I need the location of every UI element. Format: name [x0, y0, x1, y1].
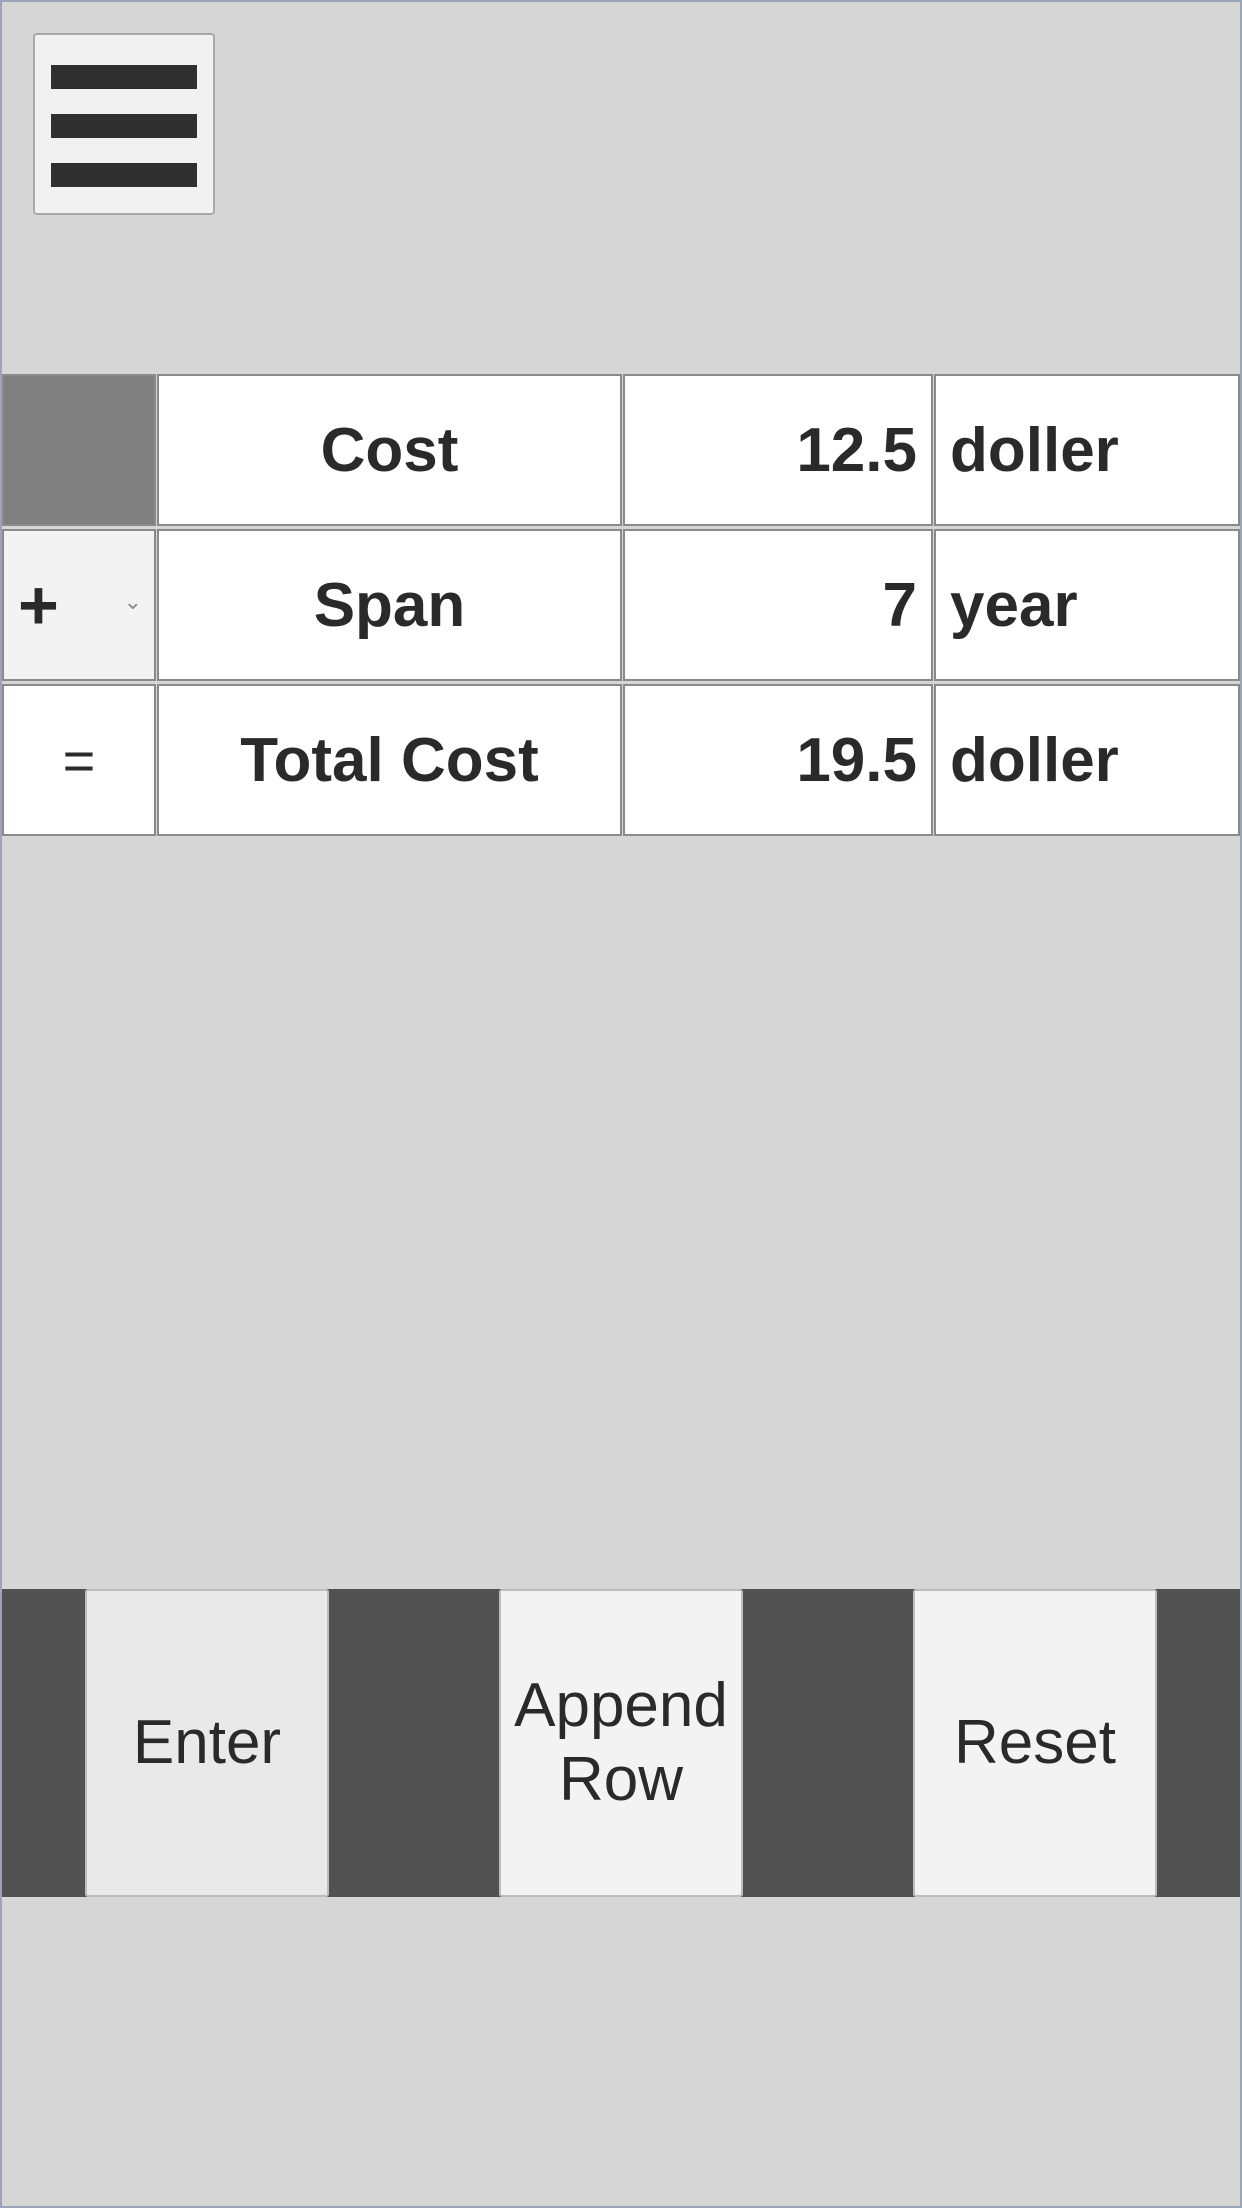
- app-screen: Cost 12.5 doller + ⌄ Span 7 year = Total…: [2, 2, 1240, 2206]
- row-name-field[interactable]: Cost: [157, 374, 622, 526]
- row-name-field[interactable]: Span: [157, 529, 622, 681]
- operator-cell-empty: [2, 374, 156, 526]
- result-unit-field[interactable]: doller: [934, 684, 1240, 836]
- result-value-field[interactable]: 19.5: [623, 684, 933, 836]
- menu-button[interactable]: [33, 33, 215, 215]
- reset-button[interactable]: Reset: [913, 1589, 1157, 1897]
- hamburger-icon-bar-top: [51, 65, 197, 89]
- row-unit-field[interactable]: doller: [934, 374, 1240, 526]
- operator-dropdown-value: +: [18, 566, 59, 644]
- row-value-field[interactable]: 7: [623, 529, 933, 681]
- action-bar: Enter Append Row Reset: [2, 1589, 1240, 1897]
- append-row-button[interactable]: Append Row: [499, 1589, 743, 1897]
- hamburger-icon-bar-bottom: [51, 163, 197, 187]
- row-value-field[interactable]: 12.5: [623, 374, 933, 526]
- operator-dropdown[interactable]: + ⌄: [2, 529, 156, 681]
- enter-button[interactable]: Enter: [85, 1589, 329, 1897]
- result-name-field[interactable]: Total Cost: [157, 684, 622, 836]
- row-unit-field[interactable]: year: [934, 529, 1240, 681]
- hamburger-icon-bar-middle: [51, 114, 197, 138]
- chevron-down-icon: ⌄: [123, 589, 142, 614]
- equals-label: =: [2, 684, 156, 836]
